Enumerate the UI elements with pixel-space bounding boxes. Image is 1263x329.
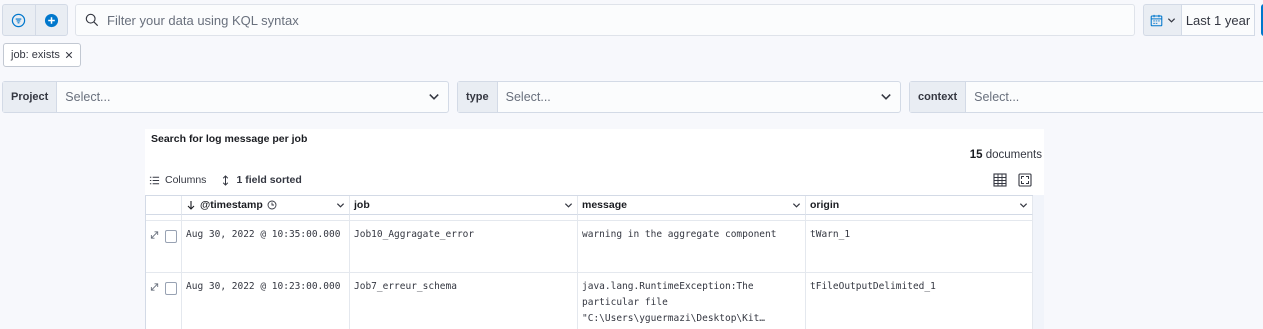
table-density-icon[interactable] — [993, 173, 1007, 187]
column-header-label: job — [354, 199, 370, 211]
chevron-down-icon — [1167, 17, 1175, 23]
context-select[interactable]: Select... — [966, 82, 1263, 112]
column-header-message[interactable]: message — [578, 196, 806, 215]
control-project: Project Select... — [2, 81, 449, 113]
document-count-label: documents — [985, 149, 1042, 161]
document-count: 15 documents — [970, 149, 1042, 161]
cell-message: warning in the aggregate component — [578, 221, 806, 273]
chevron-down-icon[interactable] — [336, 201, 345, 210]
expand-icon[interactable] — [150, 230, 159, 240]
quick-date-menu-button[interactable] — [1143, 4, 1181, 36]
sort-fields-button[interactable]: 1 field sorted — [220, 174, 302, 186]
column-header-job[interactable]: job — [350, 196, 578, 215]
calendar-icon — [1150, 14, 1162, 26]
search-icon — [85, 13, 99, 27]
add-filter-button[interactable] — [34, 5, 68, 35]
control-label: type — [458, 82, 498, 112]
panel-title: Search for log message per job — [151, 133, 308, 145]
chevron-down-icon — [881, 94, 891, 100]
columns-button[interactable]: Columns — [149, 174, 206, 186]
expand-icon[interactable] — [150, 282, 159, 292]
list-icon — [149, 176, 160, 184]
row-controls — [146, 221, 182, 273]
sort-down-arrow-icon — [187, 201, 195, 210]
plus-circle-icon — [44, 13, 58, 27]
sorted-label: 1 field sorted — [236, 174, 302, 186]
cell-job: Job10_Aggragate_error — [350, 221, 578, 273]
filter-menu-button[interactable] — [3, 5, 35, 35]
data-grid: @timestamp job message origin Aug 30, 20… — [145, 195, 1033, 329]
row-checkbox[interactable] — [165, 230, 177, 243]
select-placeholder: Select... — [974, 90, 1020, 104]
select-placeholder: Select... — [65, 90, 111, 104]
filter-pill-label: job: exists — [11, 49, 60, 61]
chevron-down-icon[interactable] — [792, 201, 801, 210]
header-content: @timestamp — [186, 199, 277, 211]
chevron-down-icon[interactable] — [564, 201, 573, 210]
row-controls — [146, 273, 182, 329]
project-select[interactable]: Select... — [57, 82, 448, 112]
column-header-label: message — [582, 199, 627, 211]
chevron-down-icon[interactable] — [1019, 201, 1028, 210]
columns-label: Columns — [165, 174, 207, 186]
column-header-label: @timestamp — [200, 199, 263, 211]
control-context: context Select... — [909, 81, 1263, 113]
cell-timestamp: Aug 30, 2022 @ 10:23:00.000 — [182, 273, 350, 329]
search-input[interactable]: Filter your data using KQL syntax — [75, 4, 1135, 36]
grid-toolbar: Columns 1 field sorted — [149, 174, 316, 186]
grid-scrollbar[interactable] — [1033, 195, 1044, 329]
saved-search-panel: Search for log message per job 15 docume… — [145, 129, 1044, 329]
cell-message: java.lang.RuntimeException:The particula… — [578, 273, 806, 329]
sort-icon — [223, 174, 229, 186]
date-range-display[interactable]: Last 1 year — [1181, 4, 1255, 36]
cell-origin: tFileOutputDelimited_1 — [806, 273, 1033, 329]
cell-timestamp: Aug 30, 2022 @ 10:35:00.000 — [182, 221, 350, 273]
column-header-origin[interactable]: origin — [806, 196, 1033, 215]
row-checkbox[interactable] — [165, 282, 177, 295]
control-column-header — [146, 196, 182, 215]
control-label: Project — [3, 82, 58, 112]
cell-job: Job7_erreur_schema — [350, 273, 578, 329]
column-header-label: origin — [810, 199, 840, 211]
document-count-value: 15 — [969, 149, 983, 161]
fullscreen-icon[interactable] — [1018, 173, 1032, 187]
filter-icon — [12, 13, 26, 27]
grid-view-icons — [993, 173, 1032, 187]
cell-origin: tWarn_1 — [806, 221, 1033, 273]
column-header-timestamp[interactable]: @timestamp — [182, 196, 350, 215]
chevron-down-icon — [429, 94, 439, 100]
select-placeholder: Select... — [505, 90, 551, 104]
clock-icon — [267, 200, 277, 210]
control-label: context — [910, 82, 967, 112]
type-select[interactable]: Select... — [498, 82, 900, 112]
search-placeholder: Filter your data using KQL syntax — [107, 12, 299, 28]
control-type: type Select... — [457, 81, 901, 113]
close-icon[interactable] — [65, 51, 73, 59]
filter-pill[interactable]: job: exists — [3, 43, 81, 67]
query-bar-buttons — [2, 4, 68, 36]
